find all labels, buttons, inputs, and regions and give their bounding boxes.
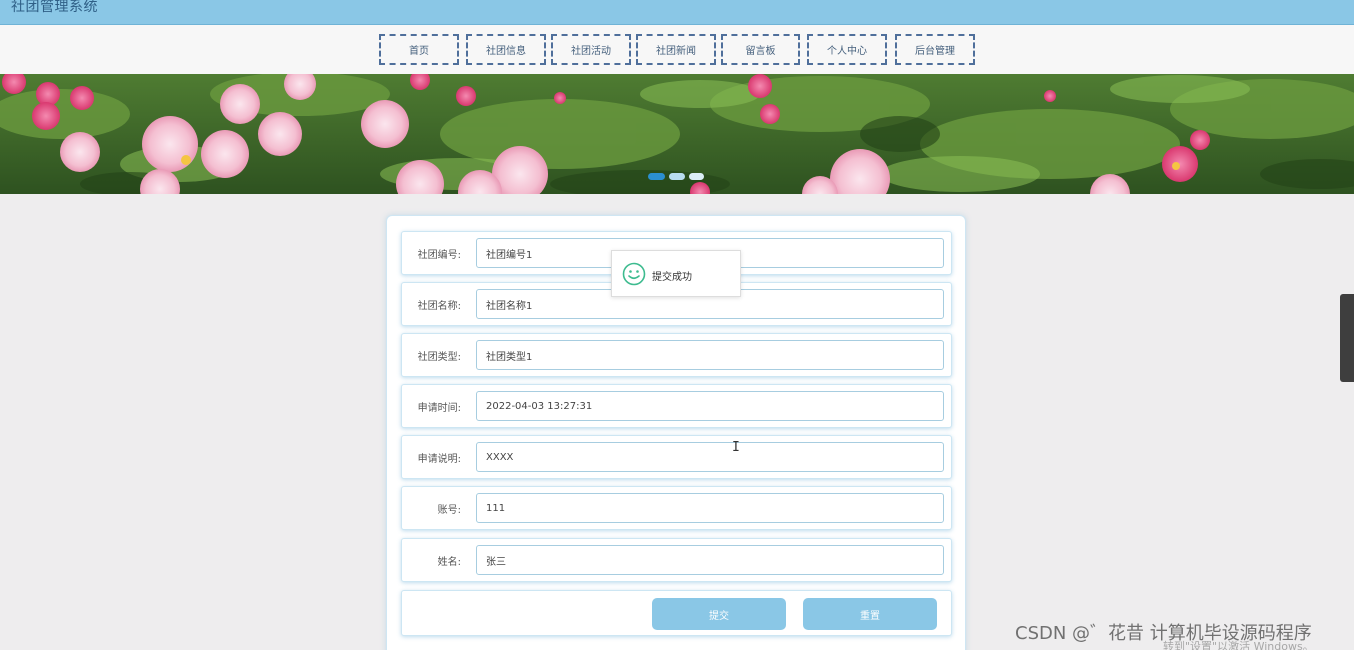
club-name-label: 社团名称: (417, 301, 461, 312)
club-type-label: 社团类型: (417, 352, 461, 363)
nav-item-club-activities[interactable]: 社团活动 (551, 34, 631, 65)
form-actions: 提交 重置 (401, 590, 952, 636)
form-row-club-type: 社团类型: 社团类型1 (401, 333, 952, 377)
carousel-dot-1[interactable] (648, 173, 665, 180)
toast-message: 提交成功 (652, 272, 692, 283)
app-title: 社团管理系统 (11, 0, 98, 15)
nav-item-club-info[interactable]: 社团信息 (466, 34, 546, 65)
text-cursor-icon: I (732, 440, 740, 455)
nav-item-personal-center[interactable]: 个人中心 (807, 34, 887, 65)
nav-item-message-board[interactable]: 留言板 (721, 34, 800, 65)
apply-time-input[interactable]: 2022-04-03 13:27:31 (476, 391, 944, 421)
apply-description-label: 申请说明: (417, 454, 461, 465)
form-row-account: 账号: 111 (401, 486, 952, 530)
submit-button[interactable]: 提交 (652, 598, 786, 630)
side-float-tab[interactable] (1340, 294, 1354, 382)
nav-item-club-news[interactable]: 社团新闻 (636, 34, 716, 65)
account-input[interactable]: 111 (476, 493, 944, 523)
nav-item-admin[interactable]: 后台管理 (895, 34, 975, 65)
app-header: 社团管理系统 (0, 0, 1354, 25)
form-row-name: 姓名: 张三 (401, 538, 952, 582)
form-row-apply-description: 申请说明: XXXX (401, 435, 952, 479)
account-label: 账号: (437, 505, 461, 516)
form-row-apply-time: 申请时间: 2022-04-03 13:27:31 (401, 384, 952, 428)
carousel-dot-2[interactable] (669, 173, 685, 180)
carousel-dot-3[interactable] (689, 173, 704, 180)
csdn-watermark: CSDN @゛花昔 计算机毕设源码程序 (1015, 623, 1312, 644)
apply-time-label: 申请时间: (417, 403, 461, 414)
club-type-input[interactable]: 社团类型1 (476, 340, 944, 370)
smile-icon (622, 262, 646, 290)
reset-button[interactable]: 重置 (803, 598, 937, 630)
success-toast: 提交成功 (611, 250, 741, 297)
nav-item-home[interactable]: 首页 (379, 34, 459, 65)
name-label: 姓名: (437, 557, 461, 568)
name-input[interactable]: 张三 (476, 545, 944, 575)
main-nav: 首页 社团信息 社团活动 社团新闻 留言板 个人中心 后台管理 (0, 25, 1354, 74)
apply-description-input[interactable]: XXXX (476, 442, 944, 472)
club-id-label: 社团编号: (417, 250, 461, 261)
